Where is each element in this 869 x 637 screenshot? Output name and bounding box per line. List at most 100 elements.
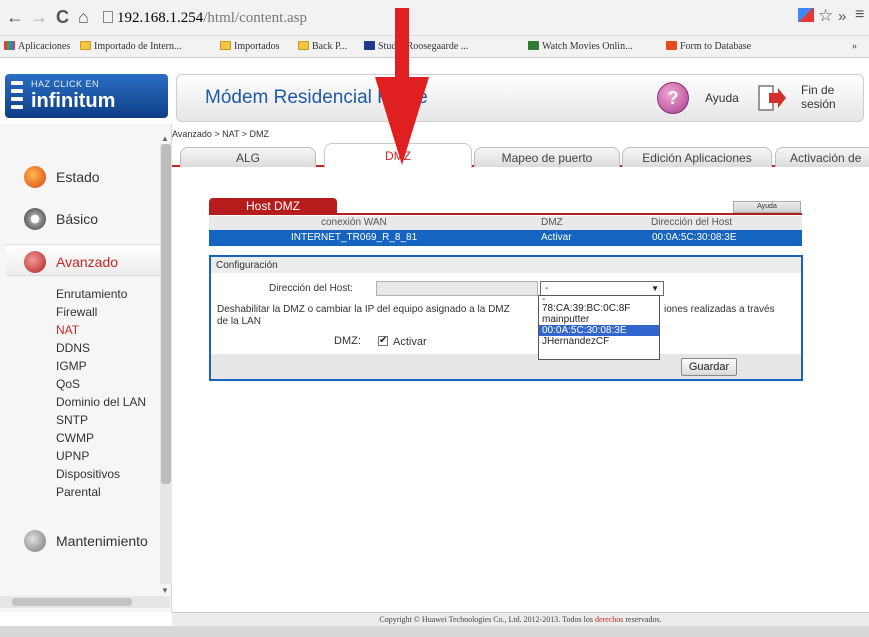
host-select[interactable]: - ▼ (540, 281, 664, 296)
home-button[interactable]: ⌂ (78, 7, 89, 28)
help-button[interactable]: Ayuda (733, 201, 801, 213)
note-text-tail: iones realizadas a través (664, 304, 775, 315)
sidebar-subitem-enrutamiento[interactable]: Enrutamiento (56, 287, 127, 301)
dropdown-option[interactable]: 78:CA:39:BC:0C:8F (539, 303, 659, 314)
sidebar-subitem-firewall[interactable]: Firewall (56, 305, 97, 319)
status-icon (24, 166, 46, 188)
scroll-down-icon[interactable]: ▼ (161, 586, 169, 595)
infinitum-logo[interactable]: HAZ CLICK EN infinitum (5, 74, 168, 118)
config-panel: Configuración Dirección del Host: - ▼ De… (209, 255, 803, 381)
help-icon[interactable]: ? (657, 82, 689, 114)
sidebar-item-estado[interactable]: Estado (6, 160, 160, 192)
cell-host: 00:0A:5C:30:08:3E (652, 232, 737, 243)
config-title: Configuración (211, 257, 801, 273)
sidebar-scroll-thumb[interactable] (161, 144, 171, 484)
sidebar-subitem-dispositivos[interactable]: Dispositivos (56, 467, 120, 481)
save-button[interactable]: Guardar (681, 358, 737, 376)
url-host: 192.168.1.254 (117, 10, 204, 26)
sidebar-subitem-dominio-lan[interactable]: Dominio del LAN (56, 395, 146, 409)
folder-icon (220, 41, 231, 50)
folder-icon (80, 41, 91, 50)
bookmark-apps[interactable]: Aplicaciones (4, 41, 70, 52)
overflow-button[interactable]: » (838, 8, 846, 25)
annotation-arrow (395, 8, 409, 78)
table-row[interactable]: INTERNET_TR069_R_8_81 Activar 00:0A:5C:3… (209, 230, 802, 246)
tab-bar: ALG DMZ Mapeo de puerto Edición Aplicaci… (172, 141, 869, 168)
sidebar-subitem-upnp[interactable]: UPNP (56, 449, 89, 463)
dropdown-option-selected[interactable]: 00:0A:5C:30:08:3E (539, 325, 659, 336)
page-icon (103, 11, 113, 23)
section-divider (209, 213, 802, 215)
bookmark-importado-intern[interactable]: Importado de Intern... (80, 41, 181, 52)
back-button[interactable]: ← (6, 7, 24, 28)
breadcrumb: Avanzado > NAT > DMZ (172, 129, 270, 139)
forward-button[interactable]: → (30, 7, 48, 28)
sidebar-item-avanzado[interactable]: Avanzado (6, 244, 160, 276)
sidebar-subitem-parental[interactable]: Parental (56, 485, 101, 499)
host-select-value: - (545, 283, 549, 294)
scroll-up-icon[interactable]: ▲ (161, 134, 169, 143)
sidebar-horizontal-scrollbar[interactable] (0, 596, 170, 608)
logo-tagline: HAZ CLICK EN (31, 79, 100, 89)
bookmark-back[interactable]: Back P... (298, 41, 347, 52)
browser-toolbar: ← → C ⌂ 192.168.1.254/html/content.asp ☆… (0, 0, 869, 36)
sidebar-subitem-sntp[interactable]: SNTP (56, 413, 88, 427)
logout-link[interactable]: Fin de sesión (801, 83, 836, 111)
logo-brand: infinitum (31, 90, 116, 112)
window-bottom-edge (0, 626, 869, 637)
sidebar-scrollbar[interactable] (160, 144, 172, 584)
site-icon (666, 41, 677, 50)
column-header-dmz: DMZ (541, 217, 563, 228)
folder-icon (298, 41, 309, 50)
tab-activation[interactable]: Activación de (775, 147, 869, 167)
menu-icon[interactable]: ≡ (855, 6, 864, 24)
sidebar: Estado Básico Avanzado Enrutamiento Fire… (0, 124, 172, 612)
note-text: Deshabilitar la DMZ o cambiar la IP del … (217, 304, 510, 315)
dropdown-option[interactable]: - (539, 295, 659, 305)
extension-icon[interactable] (798, 8, 814, 26)
address-bar[interactable]: 192.168.1.254/html/content.asp (103, 7, 743, 29)
sidebar-item-basico[interactable]: Básico (6, 202, 160, 234)
column-header-host: Dirección del Host (651, 217, 733, 228)
logo-stripes-icon (11, 81, 23, 111)
site-icon (364, 41, 375, 50)
sidebar-subitem-ddns[interactable]: DDNS (56, 341, 90, 355)
dropdown-option[interactable]: JHernandezCF (539, 336, 659, 347)
maintenance-icon (24, 530, 46, 552)
dmz-checkbox[interactable]: ✔ (378, 336, 388, 346)
help-link[interactable]: Ayuda (705, 91, 739, 105)
bookmark-importados[interactable]: Importados (220, 41, 280, 52)
dmz-checkbox-label: Activar (393, 336, 427, 348)
bookmark-watch-movies[interactable]: Watch Movies Onlin... (528, 41, 633, 52)
tab-app-editing[interactable]: Edición Aplicaciones (622, 147, 772, 167)
reload-button[interactable]: C (56, 7, 69, 28)
host-dropdown-list[interactable]: - 78:CA:39:BC:0C:8F mainputter 00:0A:5C:… (538, 295, 660, 360)
sidebar-subitem-nat[interactable]: NAT (56, 323, 79, 337)
section-title: Host DMZ (209, 198, 337, 214)
tab-port-mapping[interactable]: Mapeo de puerto (474, 147, 620, 167)
bookmarks-overflow[interactable]: » (852, 41, 857, 52)
tools-icon (24, 251, 46, 273)
apps-grid-icon (4, 41, 15, 50)
rights-link[interactable]: derechos (595, 615, 623, 624)
dropdown-option[interactable]: mainputter (539, 314, 659, 325)
tab-alg[interactable]: ALG (180, 147, 316, 167)
bookmarks-bar: Aplicaciones Importado de Intern... Impo… (0, 36, 869, 58)
annotation-arrow-head (375, 77, 429, 165)
bookmark-studio-roosegaarde[interactable]: Studio Roosegaarde ... (364, 41, 468, 52)
sidebar-subitem-cwmp[interactable]: CWMP (56, 431, 94, 445)
star-icon[interactable]: ☆ (818, 6, 833, 26)
chevron-down-icon: ▼ (651, 284, 659, 293)
sidebar-subitem-qos[interactable]: QoS (56, 377, 80, 391)
logout-icon[interactable] (757, 84, 787, 112)
horizontal-scroll-thumb[interactable] (12, 598, 132, 606)
note-text-line2: de la LAN (217, 316, 261, 327)
cell-dmz: Activar (541, 232, 572, 243)
host-address-input[interactable] (376, 281, 538, 296)
sidebar-item-mantenimiento[interactable]: Mantenimiento (6, 524, 160, 556)
site-icon (528, 41, 539, 50)
column-header-wan: conexión WAN (321, 217, 387, 228)
sidebar-subitem-igmp[interactable]: IGMP (56, 359, 87, 373)
bookmark-form-database[interactable]: Form to Database (666, 41, 751, 52)
table-header: conexión WAN DMZ Dirección del Host (209, 216, 802, 230)
